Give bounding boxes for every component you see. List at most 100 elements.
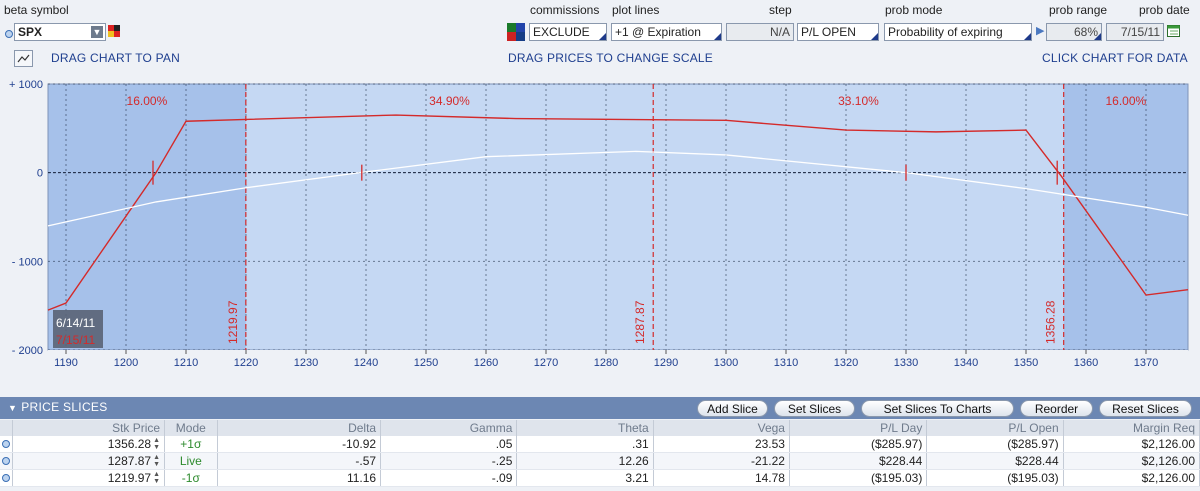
pl-day-cell: $228.44 — [789, 452, 928, 470]
col-theta[interactable]: Theta — [516, 420, 654, 436]
risk-profile-chart[interactable]: 1219.97 1287.87 1356.28 16.00% 34.90% 33.10% 1… — [0, 74, 1200, 375]
x-tick-label: 1360 — [1074, 357, 1098, 369]
table-row[interactable]: 1356.28 ▲ ▼ +1σ -10.92 .05 .31 23.53 ($285… — [0, 436, 1200, 453]
symbol-input[interactable]: SPX ▼ — [14, 23, 106, 41]
stk-price-cell[interactable]: 1287.87 ▲ ▼ — [12, 452, 166, 470]
price-slices-label: PRICE SLICES — [21, 400, 108, 414]
row-select-icon[interactable] — [0, 452, 14, 470]
theta-cell: .31 — [516, 436, 654, 453]
col-gamma[interactable]: Gamma — [380, 420, 518, 436]
plot-lines-select[interactable]: +1 @ Expiration — [611, 23, 722, 41]
spinner-icon[interactable]: ▲ ▼ — [153, 454, 160, 468]
dropdown-corner-icon — [871, 33, 878, 40]
col-delta[interactable]: Delta — [217, 420, 382, 436]
x-tick-label: 1270 — [534, 357, 558, 369]
spinner-icon[interactable]: ▲ ▼ — [153, 471, 160, 485]
one-sigma-region — [245, 84, 1064, 350]
x-tick-label: 1250 — [414, 357, 438, 369]
price-marker-label: 1219.97 — [226, 300, 240, 344]
symbol-value: SPX — [18, 25, 43, 39]
delta-cell: 11.16 — [217, 469, 382, 487]
prob-date-field[interactable]: 7/15/11 — [1106, 23, 1164, 41]
step-field: N/A — [726, 23, 794, 41]
col-vega[interactable]: Vega — [653, 420, 790, 436]
x-tick-label: 1280 — [594, 357, 618, 369]
row-select-icon[interactable] — [0, 469, 14, 487]
x-tick-label: 1310 — [774, 357, 798, 369]
pl-open-cell: ($285.97) — [926, 436, 1064, 453]
pl-day-cell: ($285.97) — [789, 436, 928, 453]
set-slices-to-charts-button[interactable]: Set Slices To Charts — [861, 400, 1014, 417]
x-tick-label: 1350 — [1014, 357, 1038, 369]
play-arrow-icon[interactable]: ▶ — [1036, 24, 1044, 37]
delta-cell: -10.92 — [217, 436, 382, 453]
today-date-label: 6/14/11 — [56, 316, 95, 330]
col-pl-day[interactable]: P/L Day — [789, 420, 928, 436]
y-tick-label: - 2000 — [12, 345, 43, 357]
reset-slices-button[interactable]: Reset Slices — [1099, 400, 1192, 417]
x-tick-label: 1190 — [54, 357, 78, 369]
probability-label: 33.10% — [838, 94, 879, 108]
collapse-arrow-icon[interactable]: ▼ — [8, 403, 17, 413]
x-tick-label: 1340 — [954, 357, 978, 369]
prob-mode-select[interactable]: Probability of expiring — [884, 23, 1032, 41]
gamma-cell: -.09 — [380, 469, 518, 487]
probability-label: 34.90% — [429, 94, 470, 108]
commissions-select[interactable]: EXCLUDE — [529, 23, 607, 41]
y-tick-label: 0 — [37, 168, 43, 180]
y-tick-label: - 1000 — [12, 256, 43, 268]
table-row[interactable]: 1287.87 ▲ ▼ Live -.57 -.25 12.26 -21.22 $2… — [0, 452, 1200, 470]
x-tick-label: 1330 — [894, 357, 918, 369]
stk-price-cell[interactable]: 1356.28 ▲ ▼ — [12, 436, 166, 453]
x-tick-label: 1210 — [174, 357, 198, 369]
delta-cell: -.57 — [217, 452, 382, 470]
plot-lines-label: plot lines — [612, 3, 660, 17]
row-select-icon[interactable] — [0, 436, 14, 453]
step-value: N/A — [769, 25, 790, 39]
commissions-value: EXCLUDE — [533, 25, 590, 39]
set-slices-button[interactable]: Set Slices — [774, 400, 855, 417]
pl-mode-value: P/L OPEN — [801, 25, 856, 39]
plot-lines-value: +1 @ Expiration — [615, 25, 701, 39]
col-pl-open[interactable]: P/L Open — [926, 420, 1064, 436]
probability-label: 16.00% — [1105, 94, 1146, 108]
vega-cell: 14.78 — [653, 469, 790, 487]
margin-req-cell: $2,126.00 — [1063, 436, 1200, 453]
col-stk-price[interactable]: Stk Price — [12, 420, 166, 436]
calendar-icon[interactable] — [1167, 24, 1181, 41]
theta-cell: 12.26 — [516, 452, 654, 470]
mode-cell[interactable]: Live — [164, 452, 218, 470]
col-mode[interactable]: Mode — [164, 420, 218, 436]
color-swatch-icon[interactable] — [108, 25, 120, 37]
mode-cell[interactable]: +1σ — [164, 436, 218, 453]
chart-type-icon[interactable] — [14, 50, 33, 67]
theta-cell: 3.21 — [516, 469, 654, 487]
drag-pan-hint: DRAG CHART TO PAN — [51, 51, 180, 65]
table-row[interactable]: 1219.97 ▲ ▼ -1σ 11.16 -.09 3.21 14.78 ($19… — [0, 469, 1200, 487]
prob-range-label: prob range — [1049, 3, 1108, 17]
y-tick-label: + 1000 — [9, 79, 43, 91]
x-tick-label: 1370 — [1134, 357, 1158, 369]
expiration-date-label: 7/15/11 — [56, 333, 95, 347]
price-marker-label: 1287.87 — [633, 300, 647, 344]
x-tick-label: 1260 — [474, 357, 498, 369]
col-margin-req[interactable]: Margin Req — [1063, 420, 1200, 436]
drag-scale-hint: DRAG PRICES TO CHANGE SCALE — [508, 51, 714, 65]
beta-symbol-label: beta symbol — [4, 3, 69, 17]
x-tick-label: 1220 — [234, 357, 258, 369]
price-slices-title[interactable]: ▼ PRICE SLICES — [8, 400, 108, 414]
stk-price-cell[interactable]: 1219.97 ▲ ▼ — [12, 469, 166, 487]
spinner-icon[interactable]: ▲ ▼ — [153, 437, 160, 451]
pl-open-cell: $228.44 — [926, 452, 1064, 470]
pl-open-cell: ($195.03) — [926, 469, 1064, 487]
grid-color-icon[interactable] — [507, 23, 525, 44]
pl-mode-select[interactable]: P/L OPEN — [797, 23, 879, 41]
x-tick-label: 1320 — [834, 357, 858, 369]
prob-date-value: 7/15/11 — [1120, 25, 1160, 39]
prob-mode-label: prob mode — [885, 3, 943, 17]
mode-cell[interactable]: -1σ — [164, 469, 218, 487]
prob-range-field[interactable]: 68% — [1046, 23, 1102, 41]
dropdown-arrow-icon[interactable]: ▼ — [91, 26, 103, 38]
reorder-button[interactable]: Reorder — [1020, 400, 1093, 417]
add-slice-button[interactable]: Add Slice — [697, 400, 768, 417]
